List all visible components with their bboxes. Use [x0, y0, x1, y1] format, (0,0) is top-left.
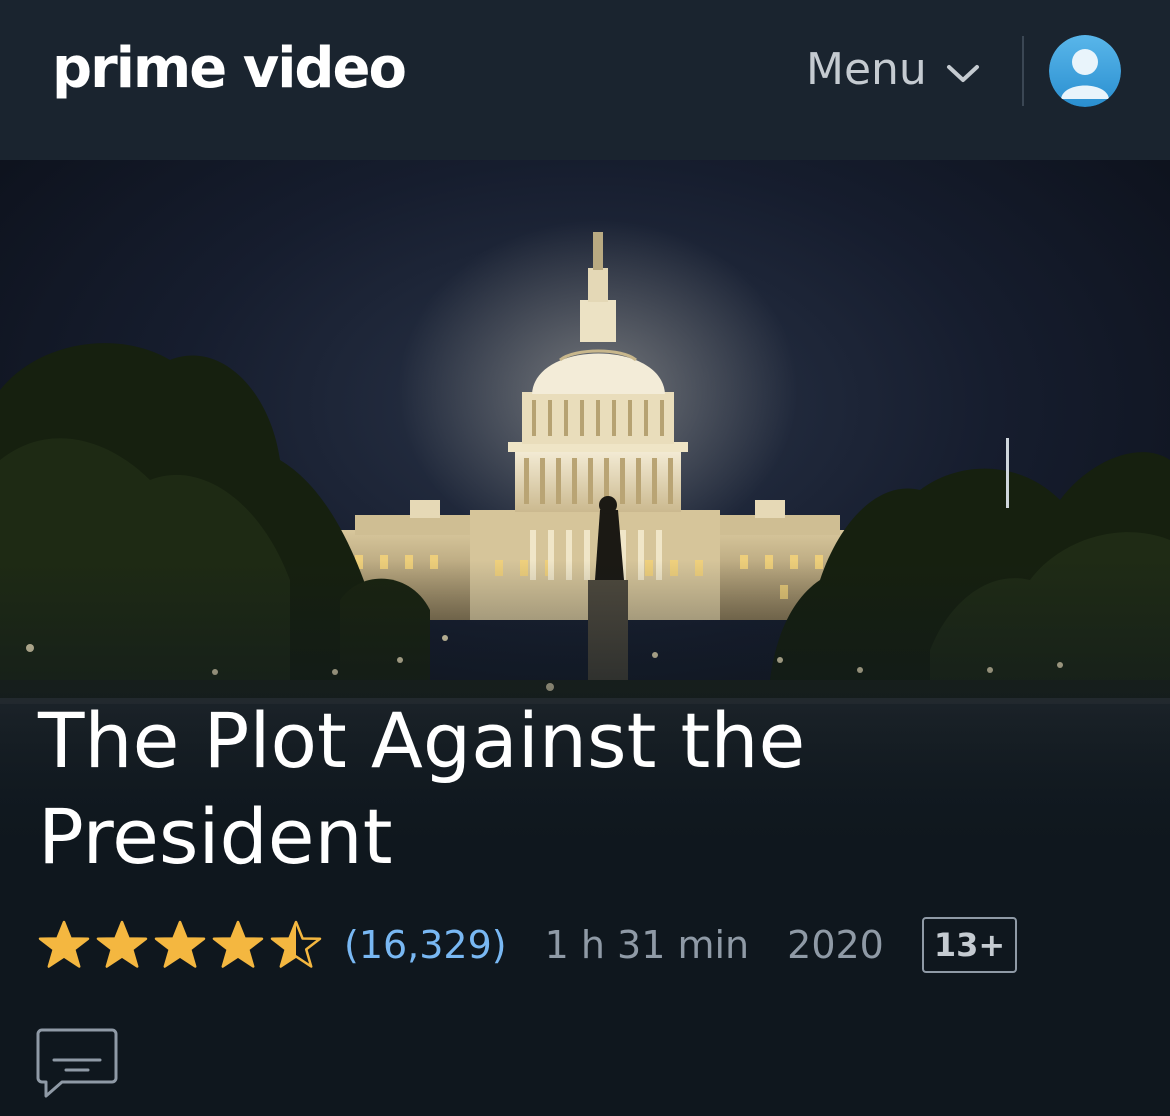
- user-avatar-icon[interactable]: [1049, 35, 1121, 107]
- review-count-link[interactable]: (16,329): [344, 923, 507, 967]
- prime-video-logo[interactable]: prime video: [52, 34, 407, 104]
- title-details-row: (16,329) 1 h 31 min 2020 13+: [36, 912, 1018, 978]
- runtime-label: 1 h 31 min: [544, 923, 750, 967]
- star-full-icon: [212, 920, 264, 968]
- star-full-icon: [38, 920, 90, 968]
- star-half-icon: [270, 920, 322, 968]
- top-nav-bar: prime video Menu: [0, 0, 1170, 160]
- star-full-icon: [154, 920, 206, 968]
- page-title: The Plot Against the President: [38, 696, 806, 881]
- star-full-icon: [96, 920, 148, 968]
- maturity-rating-badge: 13+: [921, 917, 1018, 973]
- release-year: 2020: [787, 923, 884, 967]
- star-rating[interactable]: [36, 919, 326, 971]
- menu-label: Menu: [806, 44, 927, 95]
- header-divider: [1022, 36, 1024, 106]
- subtitles-icon[interactable]: [36, 1026, 118, 1100]
- menu-button[interactable]: Menu: [806, 38, 981, 102]
- chevron-down-icon: [946, 65, 979, 82]
